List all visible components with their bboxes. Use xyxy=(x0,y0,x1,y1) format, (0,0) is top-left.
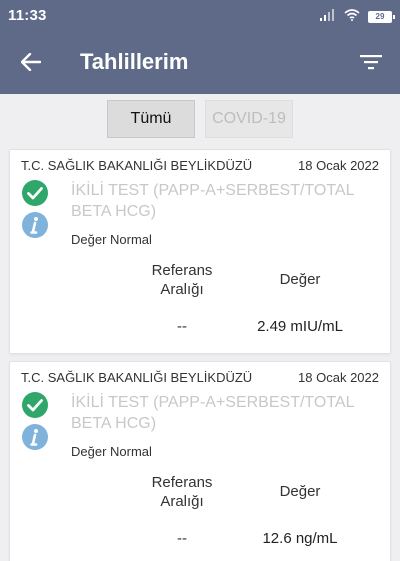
battery-icon: 29 xyxy=(368,11,395,23)
page-title: Tahlillerim xyxy=(80,49,189,74)
app-bar: Tahlillerim xyxy=(0,30,400,94)
institution-name: T.C. SAĞLIK BAKANLIĞI BEYLİKDÜZÜ xyxy=(21,158,253,173)
info-icon[interactable] xyxy=(21,211,49,239)
result-status: Değer Normal xyxy=(71,232,152,247)
result-card[interactable]: T.C. SAĞLIK BAKANLIĞI BEYLİKDÜZÜ 18 Ocak… xyxy=(9,361,391,561)
result-value: 12.6 ng/mL xyxy=(262,530,338,547)
check-circle-icon xyxy=(22,392,48,418)
reference-range-value: -- xyxy=(177,530,187,547)
result-status: Değer Normal xyxy=(71,444,152,459)
check-circle-icon xyxy=(22,180,48,206)
institution-name: T.C. SAĞLIK BAKANLIĞI BEYLİKDÜZÜ xyxy=(21,370,253,385)
tab-covid-19[interactable]: COVID-19 xyxy=(205,100,293,138)
status-time: 11:33 xyxy=(8,7,47,24)
reference-range-value: -- xyxy=(177,318,187,335)
result-date: 18 Ocak 2022 xyxy=(298,158,379,173)
filter-icon xyxy=(360,55,382,70)
result-date: 18 Ocak 2022 xyxy=(298,370,379,385)
result-card[interactable]: T.C. SAĞLIK BAKANLIĞI BEYLİKDÜZÜ 18 Ocak… xyxy=(9,149,391,354)
tab-all[interactable]: Tümü xyxy=(107,100,195,138)
wifi-icon xyxy=(344,8,360,26)
status-bar: 11:33 29 xyxy=(0,0,400,30)
value-header: Değer xyxy=(279,483,321,500)
reference-range-header: Referans Aralığı xyxy=(151,262,213,298)
test-name: İKİLİ TEST (PAPP-A+SERBEST/TOTAL BETA HC… xyxy=(71,394,354,432)
filter-tabs: Tümü COVID-19 xyxy=(0,100,400,138)
filter-button[interactable] xyxy=(356,49,386,75)
value-header: Değer xyxy=(279,271,321,288)
status-icons: 29 xyxy=(320,8,395,26)
back-button[interactable] xyxy=(14,48,48,76)
signal-icon xyxy=(320,8,336,26)
test-name: İKİLİ TEST (PAPP-A+SERBEST/TOTAL BETA HC… xyxy=(71,182,354,220)
result-value: 2.49 mIU/mL xyxy=(257,318,343,335)
info-icon[interactable] xyxy=(21,423,49,451)
reference-range-header: Referans Aralığı xyxy=(151,474,213,510)
arrow-left-icon xyxy=(21,53,41,71)
